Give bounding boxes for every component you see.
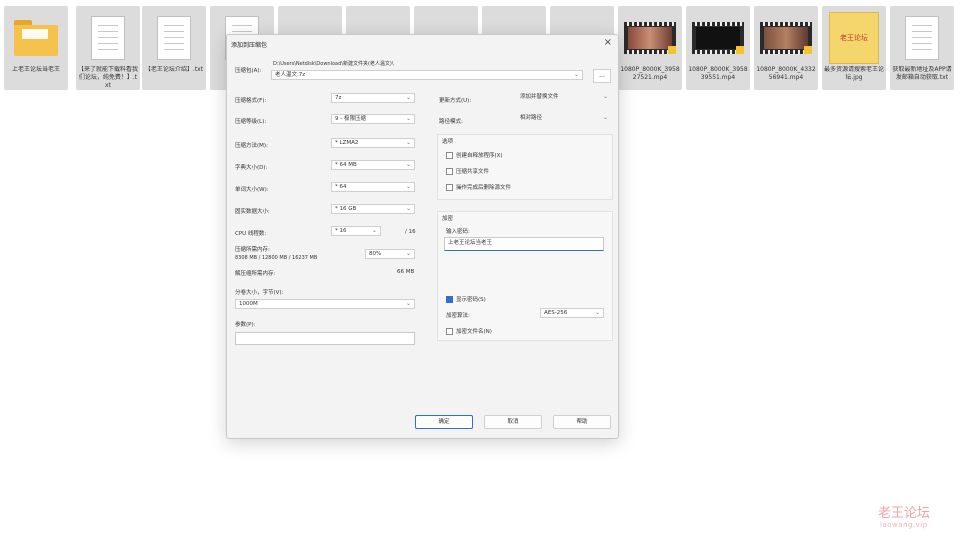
level-select[interactable]: 9 - 极限压缩 ⌄	[331, 114, 415, 124]
format-label: 压缩格式(F):	[235, 98, 267, 104]
file-name: 1080P_8000K_395827521.mp4	[620, 66, 680, 81]
delete-after-checkbox[interactable]: 操作完成后删除源文件	[446, 183, 511, 191]
show-password-checkbox[interactable]: 显示密码(S)	[446, 295, 486, 303]
file-item-image[interactable]: 老王论坛 最多资源请搜索老王论坛.jpg	[822, 6, 886, 90]
chevron-down-icon: ⌄	[602, 93, 608, 100]
close-icon[interactable]: ×	[604, 37, 612, 48]
file-item-video[interactable]: 1080P_8000K_433256941.mp4	[754, 6, 818, 90]
video-thumbnail-icon	[760, 22, 812, 54]
chevron-down-icon: ⌄	[405, 205, 411, 212]
chevron-down-icon: ⌄	[405, 115, 411, 122]
options-title: 选项	[442, 139, 454, 145]
cpu-select[interactable]: * 16 ⌄	[331, 226, 381, 236]
update-select[interactable]: 添加并替换文件 ⌄	[517, 93, 611, 103]
file-name: 获取最新地址及APP请发邮箱自动获取.txt	[892, 66, 952, 81]
solid-label: 固实数据大小:	[235, 209, 270, 215]
browse-button[interactable]: ...	[593, 69, 611, 83]
chevron-down-icon: ⌄	[405, 300, 411, 307]
dict-select[interactable]: * 64 MB ⌄	[331, 160, 415, 170]
file-item-video[interactable]: 1080P_8000K_395839551.mp4	[686, 6, 750, 90]
chevron-down-icon: ⌄	[405, 94, 411, 101]
shared-files-checkbox[interactable]: 压缩共享文件	[446, 167, 489, 175]
text-file-icon	[905, 16, 939, 60]
encrypt-names-checkbox[interactable]: 加密文件名(N)	[446, 327, 492, 335]
split-label: 分卷大小，字节(V):	[235, 290, 284, 296]
sfx-checkbox[interactable]: 创建自释放程序(X)	[446, 151, 503, 159]
help-button[interactable]: 帮助	[553, 415, 611, 429]
cancel-button[interactable]: 取消	[484, 415, 542, 429]
format-select[interactable]: 7z ⌄	[331, 93, 415, 103]
mem-label: 压缩所需内存:	[235, 247, 270, 253]
video-thumbnail-icon	[624, 22, 676, 54]
dict-label: 字典大小(D):	[235, 165, 268, 171]
path-mode-label: 路径模式:	[439, 119, 463, 125]
decomp-value: 66 MB	[397, 269, 415, 275]
add-to-archive-dialog: 添加到压缩包 × 压缩包(A): D:\Users\Netdisk\Downlo…	[226, 34, 619, 439]
archive-path: D:\Users\Netdisk\Download\新建文件夹(老人温文)\	[273, 61, 394, 67]
folder-icon	[14, 20, 58, 56]
watermark-url: laowang.vip	[880, 521, 928, 529]
archive-label: 压缩包(A):	[235, 68, 262, 74]
chevron-down-icon: ⌄	[405, 183, 411, 190]
text-file-icon	[91, 16, 125, 60]
chevron-down-icon: ⌄	[602, 114, 608, 121]
file-item-txt[interactable]: 【老王论坛介绍】.txt	[142, 6, 206, 90]
enc-method-label: 加密算法:	[446, 313, 470, 319]
video-thumbnail-icon	[692, 22, 744, 54]
split-select[interactable]: 1000M ⌄	[235, 299, 415, 309]
chevron-down-icon: ⌄	[594, 309, 600, 316]
file-name: 上老王论坛当老王	[11, 66, 60, 73]
file-name: 最多资源请搜索老王论坛.jpg	[824, 66, 884, 81]
word-label: 单词大小(W):	[235, 187, 269, 193]
mem-detail: 8308 MB / 12800 MB / 16237 MB	[235, 255, 318, 261]
method-select[interactable]: * LZMA2 ⌄	[331, 138, 415, 148]
text-file-icon	[157, 16, 191, 60]
file-item-txt[interactable]: 获取最新地址及APP请发邮箱自动获取.txt	[890, 6, 954, 90]
file-item-txt[interactable]: 【来了就能下载料看我们论坛，纯免费！】.txt	[76, 6, 140, 90]
chevron-down-icon: ⌄	[371, 227, 377, 234]
solid-select[interactable]: * 16 GB ⌄	[331, 204, 415, 214]
options-group: 选项 创建自释放程序(X) 压缩共享文件 操作完成后删除源文件	[437, 134, 613, 200]
cpu-max: / 16	[405, 229, 416, 235]
archive-name-combo[interactable]: 老人温文.7z ⌄	[271, 70, 583, 80]
update-label: 更新方式(U):	[439, 98, 472, 104]
dialog-title: 添加到压缩包	[231, 42, 268, 49]
file-item-video[interactable]: 1080P_8000K_395827521.mp4	[618, 6, 682, 90]
method-label: 压缩方法(M):	[235, 143, 268, 149]
word-select[interactable]: * 64 ⌄	[331, 182, 415, 192]
file-item-folder[interactable]: 上老王论坛当老王	[4, 6, 68, 90]
level-label: 压缩等级(L):	[235, 119, 267, 125]
decomp-label: 解压缩所需内存:	[235, 271, 276, 277]
qr-code-image-icon: 老王论坛	[829, 12, 879, 64]
params-input[interactable]	[235, 332, 415, 345]
cpu-label: CPU 线程数:	[235, 231, 267, 237]
password-input[interactable]: 上老王论坛当老王	[444, 237, 604, 251]
encryption-group: 加密 输入密码: 上老王论坛当老王 显示密码(S) 加密算法: AES-256 ⌄…	[437, 211, 613, 341]
enc-method-select[interactable]: AES-256 ⌄	[540, 308, 604, 318]
path-mode-select[interactable]: 相对路径 ⌄	[517, 114, 611, 124]
mem-percent-select[interactable]: 80% ⌄	[365, 249, 415, 259]
chevron-down-icon: ⌄	[573, 71, 579, 78]
chevron-down-icon: ⌄	[405, 139, 411, 146]
encryption-title: 加密	[442, 216, 454, 222]
file-name: 1080P_8000K_433256941.mp4	[756, 66, 816, 81]
watermark-text: 老王论坛	[878, 506, 931, 521]
ok-button[interactable]: 确定	[415, 415, 473, 429]
params-label: 参数(P):	[235, 322, 256, 328]
chevron-down-icon: ⌄	[405, 161, 411, 168]
password-label: 输入密码:	[446, 229, 470, 235]
chevron-down-icon: ⌄	[405, 250, 411, 257]
file-name: 1080P_8000K_395839551.mp4	[688, 66, 748, 81]
file-name: 【来了就能下载料看我们论坛，纯免费！】.txt	[78, 66, 138, 89]
file-name: 【老王论坛介绍】.txt	[144, 66, 204, 73]
